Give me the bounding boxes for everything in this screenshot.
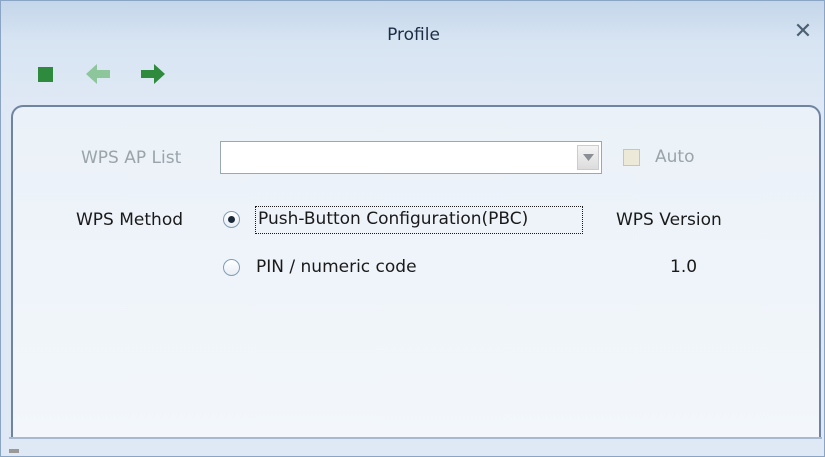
- wps-ap-list-dropdown[interactable]: [220, 141, 602, 174]
- dropdown-arrow-icon[interactable]: [577, 145, 599, 170]
- stop-square-icon[interactable]: [38, 67, 53, 82]
- pin-option-label[interactable]: PIN / numeric code: [256, 257, 417, 277]
- pbc-radio[interactable]: [223, 211, 240, 228]
- bottom-divider: [9, 437, 822, 439]
- wps-version-label: WPS Version: [616, 210, 722, 230]
- auto-checkbox[interactable]: [623, 149, 640, 166]
- window-corner-edge: [9, 449, 19, 453]
- wps-method-label: WPS Method: [76, 210, 184, 230]
- radio-selected-dot: [228, 216, 235, 223]
- window-title: Profile: [387, 25, 440, 45]
- wps-ap-list-label: WPS AP List: [81, 148, 182, 168]
- arrow-left-icon[interactable]: [86, 63, 112, 89]
- arrow-right-icon[interactable]: [139, 63, 165, 89]
- pin-radio[interactable]: [223, 259, 240, 276]
- wps-version-value: 1.0: [670, 257, 698, 277]
- profile-window: Profile ✕ WPS AP List Auto WPS Method Pu…: [0, 0, 825, 457]
- auto-label: Auto: [655, 147, 695, 167]
- pbc-option-label[interactable]: Push-Button Configuration(PBC): [258, 209, 528, 229]
- close-icon[interactable]: ✕: [791, 20, 815, 44]
